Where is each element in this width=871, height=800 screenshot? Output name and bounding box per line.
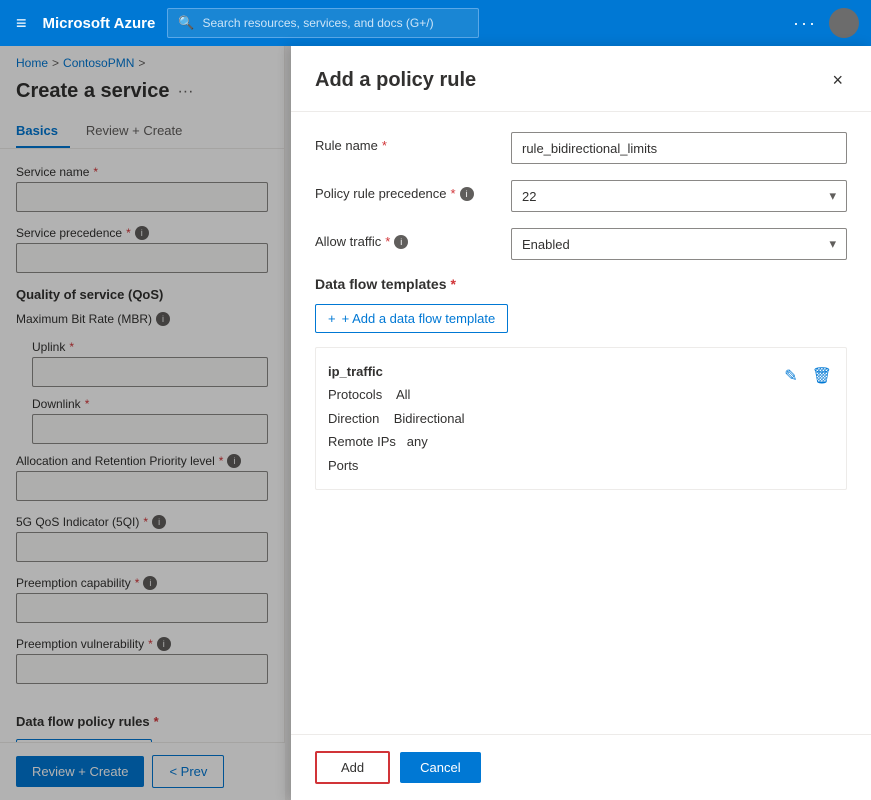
- rule-name-input[interactable]: [511, 132, 847, 164]
- protocols-label: Protocols: [328, 387, 382, 402]
- remote-ips-value: any: [407, 434, 428, 449]
- plus-icon2: +: [328, 311, 336, 326]
- search-icon: 🔍: [178, 15, 194, 31]
- add-button[interactable]: Add: [315, 751, 390, 784]
- modal-body: Rule name * Policy rule precedence * i 2…: [291, 112, 871, 734]
- modal-title: Add a policy rule: [315, 69, 476, 92]
- precedence-select[interactable]: 22 ▾: [511, 180, 847, 212]
- allow-traffic-info-icon[interactable]: i: [394, 235, 408, 249]
- app-title: Microsoft Azure: [43, 15, 156, 32]
- user-avatar[interactable]: [829, 8, 859, 38]
- nav-more-button[interactable]: ···: [793, 13, 817, 34]
- precedence-value: 22: [522, 189, 536, 204]
- ports-label: Ports: [328, 458, 358, 473]
- precedence-row: Policy rule precedence * i 22 ▾: [315, 180, 847, 212]
- protocols-value: All: [396, 387, 410, 402]
- add-template-button[interactable]: + + Add a data flow template: [315, 304, 508, 333]
- modal-header: Add a policy rule ×: [291, 46, 871, 112]
- rule-name-label: Rule name: [315, 138, 378, 153]
- rule-name-row: Rule name *: [315, 132, 847, 164]
- search-placeholder: Search resources, services, and docs (G+…: [203, 16, 434, 30]
- edit-template-button[interactable]: ✎: [782, 364, 799, 388]
- hamburger-menu[interactable]: ≡: [12, 9, 31, 38]
- precedence-control: 22 ▾: [511, 180, 847, 212]
- direction-value: Bidirectional: [394, 411, 465, 426]
- chevron-down-icon: ▾: [829, 188, 836, 204]
- modal-panel: Add a policy rule × Rule name * Policy r…: [291, 46, 871, 800]
- template-actions: ✎ 🗑: [782, 364, 834, 388]
- allow-traffic-select[interactable]: Enabled ▾: [511, 228, 847, 260]
- delete-template-button[interactable]: 🗑: [810, 364, 834, 388]
- template-direction: Direction Bidirectional: [328, 407, 465, 430]
- main-container: Home > ContosoPMN > Create a service ···…: [0, 46, 871, 800]
- top-navigation: ≡ Microsoft Azure 🔍 Search resources, se…: [0, 0, 871, 46]
- precedence-label: Policy rule precedence: [315, 186, 447, 201]
- allow-traffic-row: Allow traffic * i Enabled ▾: [315, 228, 847, 260]
- modal-close-button[interactable]: ×: [828, 66, 847, 95]
- allow-traffic-value: Enabled: [522, 237, 570, 252]
- allow-traffic-label: Allow traffic: [315, 234, 381, 249]
- template-remote-ips: Remote IPs any: [328, 430, 465, 453]
- chevron-down-icon2: ▾: [829, 236, 836, 252]
- template-ports: Ports: [328, 454, 465, 477]
- cancel-button[interactable]: Cancel: [400, 752, 480, 783]
- template-name: ip_traffic: [328, 360, 465, 383]
- modal-footer: Add Cancel: [291, 734, 871, 800]
- rule-name-control: [511, 132, 847, 164]
- template-details: ip_traffic Protocols All Direction Bidir…: [328, 360, 465, 477]
- template-item: ip_traffic Protocols All Direction Bidir…: [315, 347, 847, 490]
- precedence-info-icon[interactable]: i: [460, 187, 474, 201]
- allow-traffic-control: Enabled ▾: [511, 228, 847, 260]
- search-bar[interactable]: 🔍 Search resources, services, and docs (…: [167, 8, 479, 38]
- dft-title: Data flow templates *: [315, 276, 847, 292]
- direction-label: Direction: [328, 411, 379, 426]
- remote-ips-label: Remote IPs: [328, 434, 396, 449]
- template-protocols: Protocols All: [328, 383, 465, 406]
- data-flow-templates-section: Data flow templates * + + Add a data flo…: [315, 276, 847, 490]
- add-template-btn-label: + Add a data flow template: [342, 311, 496, 326]
